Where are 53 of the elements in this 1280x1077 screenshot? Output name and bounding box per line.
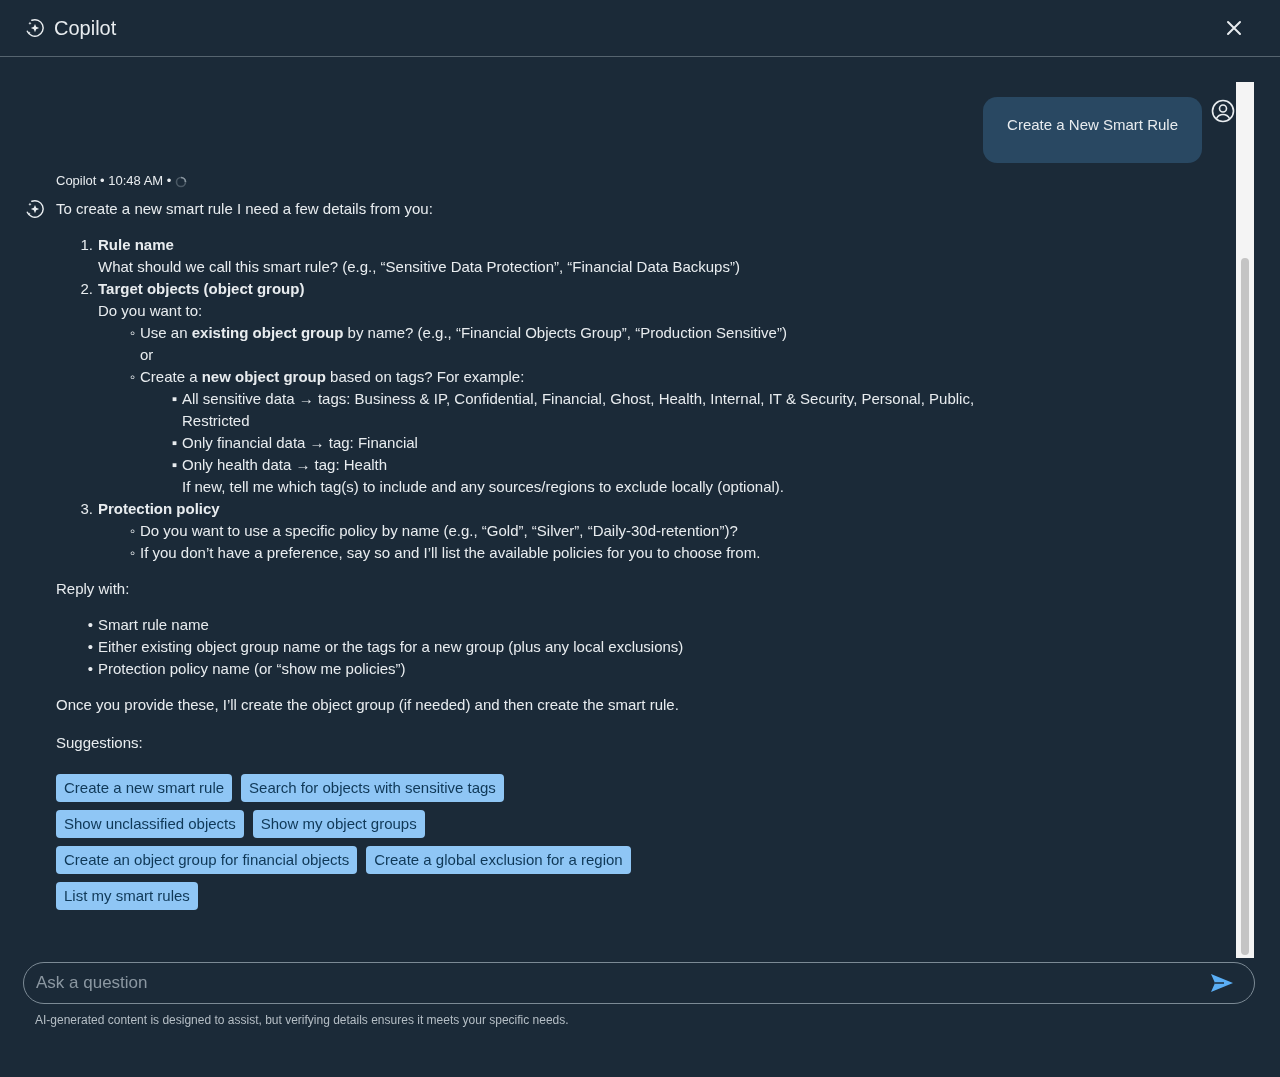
message-text: Create a new object group based on tags? For example: [140, 367, 526, 387]
suggestion-chip[interactable]: Create an object group for financial objects [56, 846, 358, 874]
sparkle-circle-icon [24, 198, 46, 220]
message-text: Target objects (object group) [98, 279, 306, 299]
list-marker: ◦ [128, 323, 136, 343]
scrollbar[interactable] [1236, 82, 1254, 958]
message-text: Only financial data → tag: Financial [182, 433, 419, 453]
message-text: All sensitive data → tags: Business & IP, Confidential, Financial, Ghost, Health, Internal, IT & Security, Personal, Public, Restricted [182, 389, 976, 431]
question-field[interactable]: Ask a question [23, 962, 1255, 1004]
list-marker: • [86, 637, 94, 657]
message-text: Only health data → tag: Health [182, 455, 389, 475]
list-marker: ◦ [128, 367, 136, 387]
list-marker: 3. [79, 499, 94, 519]
suggestion-chip[interactable]: List my smart rules [56, 882, 198, 910]
suggestion-chip[interactable]: Create a new smart rule [56, 774, 233, 802]
window-title: Copilot [54, 16, 118, 40]
message-text: Once you provide these, I’ll create the object group (if needed) and then create the smart rule. [56, 695, 680, 715]
send-button[interactable] [1210, 973, 1234, 993]
suggestion-chip[interactable]: Search for objects with sensitive tags [241, 774, 504, 802]
suggestion-chip[interactable]: Create a global exclusion for a region [366, 846, 631, 874]
list-marker: 1. [79, 235, 94, 255]
sparkle-circle-icon [24, 17, 46, 39]
list-marker: ▪ [170, 433, 178, 453]
message-text: or [140, 345, 155, 365]
message-text: Either existing object group name or the tags for a new group (plus any local exclusions) [98, 637, 685, 657]
close-button[interactable] [1226, 20, 1242, 36]
suggestions-label: Suggestions: [56, 733, 144, 753]
list-marker: ▪ [170, 389, 178, 409]
suggestion-chip[interactable]: Show my object groups [252, 810, 425, 838]
list-marker: ◦ [128, 543, 136, 563]
list-marker: • [86, 615, 94, 635]
scrollbar-thumb[interactable] [1241, 258, 1249, 955]
message-text: Do you want to: [98, 301, 204, 321]
user-avatar-icon [1211, 99, 1235, 123]
suggestion-chip[interactable]: Show unclassified objects [56, 810, 244, 838]
message-text: Rule name [98, 235, 175, 255]
message-text: What should we call this smart rule? (e.g., “Sensitive Data Protection”, “Financial Data Backups”) [98, 257, 741, 277]
message-text: Protection policy name (or “show me policies”) [98, 659, 407, 679]
message-text: Reply with: [56, 579, 131, 599]
message-text: Use an existing object group by name? (e.g., “Financial Objects Group”, “Production Sensitive”) [140, 323, 788, 343]
user-message: Create a New Smart Rule [983, 97, 1202, 163]
list-marker: • [86, 659, 94, 679]
message-meta: Copilot • 10:48 AM • [56, 172, 172, 190]
list-marker: ▪ [170, 455, 178, 475]
message-text: Protection policy [98, 499, 221, 519]
message-text: Do you want to use a specific policy by name (e.g., “Gold”, “Silver”, “Daily-30d-retention”)? [140, 521, 739, 541]
list-marker: 2. [79, 279, 94, 299]
message-text: To create a new smart rule I need a few details from you: [56, 199, 434, 219]
list-marker: ◦ [128, 521, 136, 541]
message-text: Smart rule name [98, 615, 210, 635]
disclaimer-text: AI-generated content is designed to assist, but verifying details ensures it meets your specific needs. [35, 1013, 570, 1027]
message-text: If you don’t have a preference, say so and I’ll list the available policies for you to choose from. [140, 543, 762, 563]
message-text: If new, tell me which tag(s) to include and any sources/regions to exclude locally (optional). [182, 477, 785, 497]
